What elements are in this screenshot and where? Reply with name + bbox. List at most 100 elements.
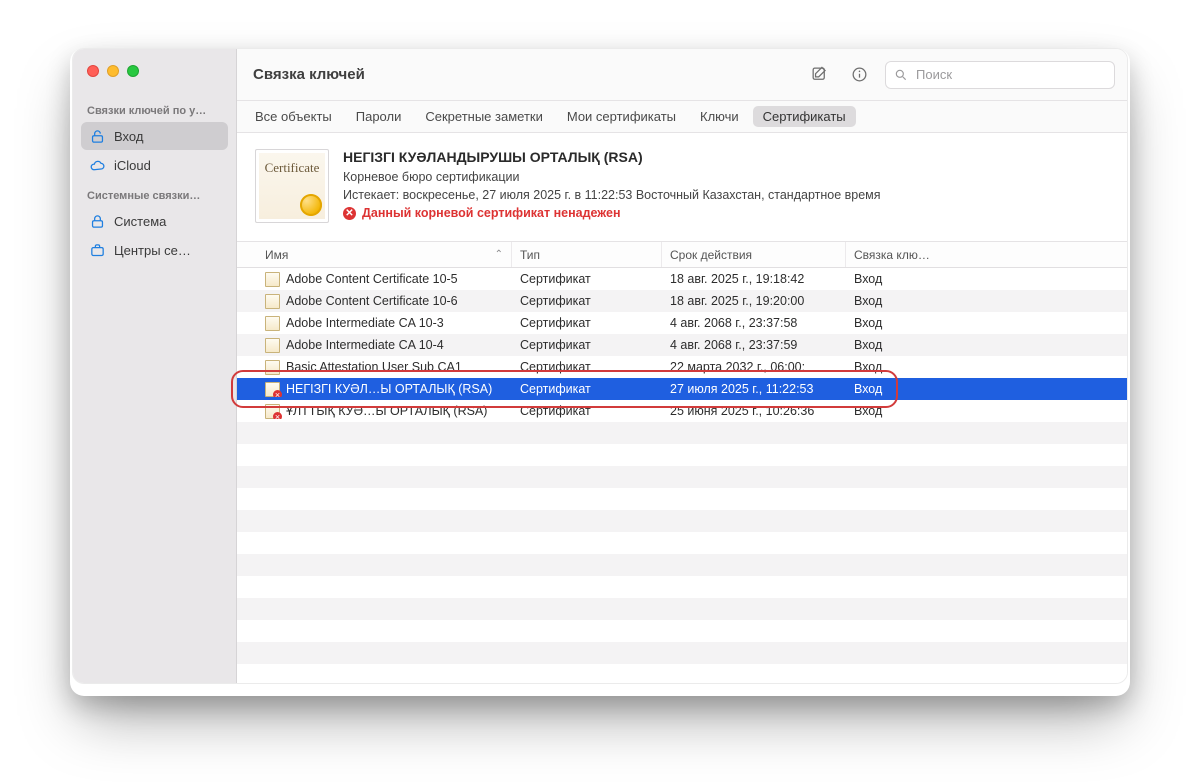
column-header-expires[interactable]: Срок действия (662, 242, 846, 267)
table-row-empty (237, 444, 1127, 466)
cell-type: Сертификат (512, 316, 662, 330)
tab-notes[interactable]: Секретные заметки (415, 106, 552, 127)
unlock-icon (89, 128, 106, 145)
cell-name: Adobe Intermediate CA 10-4 (286, 338, 444, 352)
sidebar-item-label: iCloud (114, 158, 151, 173)
certificate-row-icon (265, 316, 280, 331)
certificate-name: НЕГІЗГІ КУӘЛАНДЫРУШЫ ОРТАЛЫҚ (RSA) (343, 149, 1109, 165)
table-row-empty (237, 532, 1127, 554)
sidebar-item-label: Система (114, 214, 166, 229)
search-field[interactable] (885, 61, 1115, 89)
table-row-empty (237, 554, 1127, 576)
search-input[interactable] (914, 66, 1106, 83)
cell-keychain: Вход (846, 360, 1127, 374)
tab-keys[interactable]: Ключи (690, 106, 749, 127)
cell-keychain: Вход (846, 338, 1127, 352)
compose-icon[interactable] (805, 61, 833, 89)
table-row[interactable]: Adobe Content Certificate 10-6 Сертификат… (237, 290, 1127, 312)
cell-type: Сертификат (512, 404, 662, 418)
certificates-table: Имя ⌃ Тип Срок действия Связка клю… Adob… (237, 242, 1127, 683)
table-row[interactable]: ҰЛТТЫҚ КУӘ…Ы ОРТАЛЫҚ (RSA) Сертификат25 и… (237, 400, 1127, 422)
certificate-row-icon (265, 294, 280, 309)
cell-keychain: Вход (846, 316, 1127, 330)
cell-type: Сертификат (512, 382, 662, 396)
certificate-thumbnail-icon (255, 149, 329, 223)
certificate-row-icon (265, 382, 280, 397)
zoom-button[interactable] (127, 65, 139, 77)
info-icon[interactable] (845, 61, 873, 89)
certificate-issuer: Корневое бюро сертификации (343, 168, 1109, 186)
cell-name: Adobe Content Certificate 10-5 (286, 272, 458, 286)
table-body: Adobe Content Certificate 10-5 Сертификат… (237, 268, 1127, 683)
cell-name: НЕГІЗГІ КУӘЛ…Ы ОРТАЛЫҚ (RSA) (286, 382, 492, 396)
sidebar-item-system[interactable]: Система (81, 207, 228, 235)
category-tabs: Все объектыПаролиСекретные заметкиМои се… (237, 101, 1127, 133)
tab-all[interactable]: Все объекты (245, 106, 342, 127)
certificate-expiry: Истекает: воскресенье, 27 июля 2025 г. в… (343, 186, 1109, 204)
briefcase-icon (89, 242, 106, 259)
certificate-row-icon (265, 338, 280, 353)
cell-expires: 18 авг. 2025 г., 19:20:00 (662, 294, 846, 308)
sidebar-group-label: Системные связки… (73, 180, 236, 206)
sidebar-item-login[interactable]: Вход (81, 122, 228, 150)
table-row[interactable]: НЕГІЗГІ КУӘЛ…Ы ОРТАЛЫҚ (RSA)Сертификат27… (237, 378, 1127, 400)
certificate-row-icon (265, 272, 280, 287)
main-area: Связка ключей Вс (237, 49, 1127, 683)
cell-keychain: Вход (846, 294, 1127, 308)
table-row-empty (237, 664, 1127, 683)
app-window: Связки ключей по у… Вход iCloud Системные с… (72, 48, 1128, 684)
table-row-empty (237, 466, 1127, 488)
table-row-empty (237, 422, 1127, 444)
cell-type: Сертификат (512, 360, 662, 374)
column-header-type[interactable]: Тип (512, 242, 662, 267)
cell-keychain: Вход (846, 272, 1127, 286)
cloud-icon (89, 157, 106, 174)
certificate-row-icon (265, 360, 280, 375)
cell-name: ҰЛТТЫҚ КУӘ…Ы ОРТАЛЫҚ (RSA) (286, 404, 487, 418)
sidebar-item-label: Вход (114, 129, 143, 144)
cell-type: Сертификат (512, 272, 662, 286)
cell-type: Сертификат (512, 338, 662, 352)
table-row-empty (237, 510, 1127, 532)
tab-mycerts[interactable]: Мои сертификаты (557, 106, 686, 127)
table-header: Имя ⌃ Тип Срок действия Связка клю… (237, 242, 1127, 268)
lock-icon (89, 213, 106, 230)
table-row[interactable]: Adobe Content Certificate 10-5 Сертификат… (237, 268, 1127, 290)
sort-ascending-icon: ⌃ (495, 249, 503, 260)
column-header-name[interactable]: Имя ⌃ (257, 242, 512, 267)
cell-keychain: Вход (846, 404, 1127, 418)
table-row[interactable]: Adobe Intermediate CA 10-4 Сертификат4 ав… (237, 334, 1127, 356)
tab-pw[interactable]: Пароли (346, 106, 412, 127)
certificate-row-icon (265, 404, 280, 419)
cell-keychain: Вход (846, 382, 1127, 396)
sidebar-group-label: Связки ключей по у… (73, 95, 236, 121)
cell-name: Adobe Content Certificate 10-6 (286, 294, 458, 308)
certificate-details-panel: НЕГІЗГІ КУӘЛАНДЫРУШЫ ОРТАЛЫҚ (RSA) Корне… (237, 133, 1127, 242)
cell-type: Сертификат (512, 294, 662, 308)
sidebar-item-label: Центры сe… (114, 243, 191, 258)
cell-expires: 4 авг. 2068 г., 23:37:59 (662, 338, 846, 352)
search-icon (894, 68, 908, 82)
cell-name: Adobe Intermediate CA 10-3 (286, 316, 444, 330)
cell-name: Basic Attestation User Sub CA1 (286, 360, 462, 374)
column-header-keychain[interactable]: Связка клю… (846, 242, 1127, 267)
table-row-empty (237, 642, 1127, 664)
table-row[interactable]: Basic Attestation User Sub CA1 Сертификат… (237, 356, 1127, 378)
sidebar-item-rootcenters[interactable]: Центры сe… (81, 236, 228, 264)
titlebar: Связка ключей (237, 49, 1127, 101)
window-controls (73, 59, 236, 95)
warning-badge-icon: ✕ (343, 207, 356, 220)
cell-expires: 25 июня 2025 г., 10:26:36 (662, 404, 846, 418)
minimize-button[interactable] (107, 65, 119, 77)
cell-expires: 22 марта 2032 г., 06:00: (662, 360, 846, 374)
cell-expires: 18 авг. 2025 г., 19:18:42 (662, 272, 846, 286)
table-row-empty (237, 620, 1127, 642)
close-button[interactable] (87, 65, 99, 77)
certificate-trust-warning: ✕ Данный корневой сертификат ненадежен (343, 206, 1109, 220)
tab-certs[interactable]: Сертификаты (753, 106, 856, 127)
table-row[interactable]: Adobe Intermediate CA 10-3 Сертификат4 ав… (237, 312, 1127, 334)
sidebar-item-icloud[interactable]: iCloud (81, 151, 228, 179)
cell-expires: 4 авг. 2068 г., 23:37:58 (662, 316, 846, 330)
sidebar: Связки ключей по у… Вход iCloud Системные с… (73, 49, 237, 683)
table-row-empty (237, 576, 1127, 598)
